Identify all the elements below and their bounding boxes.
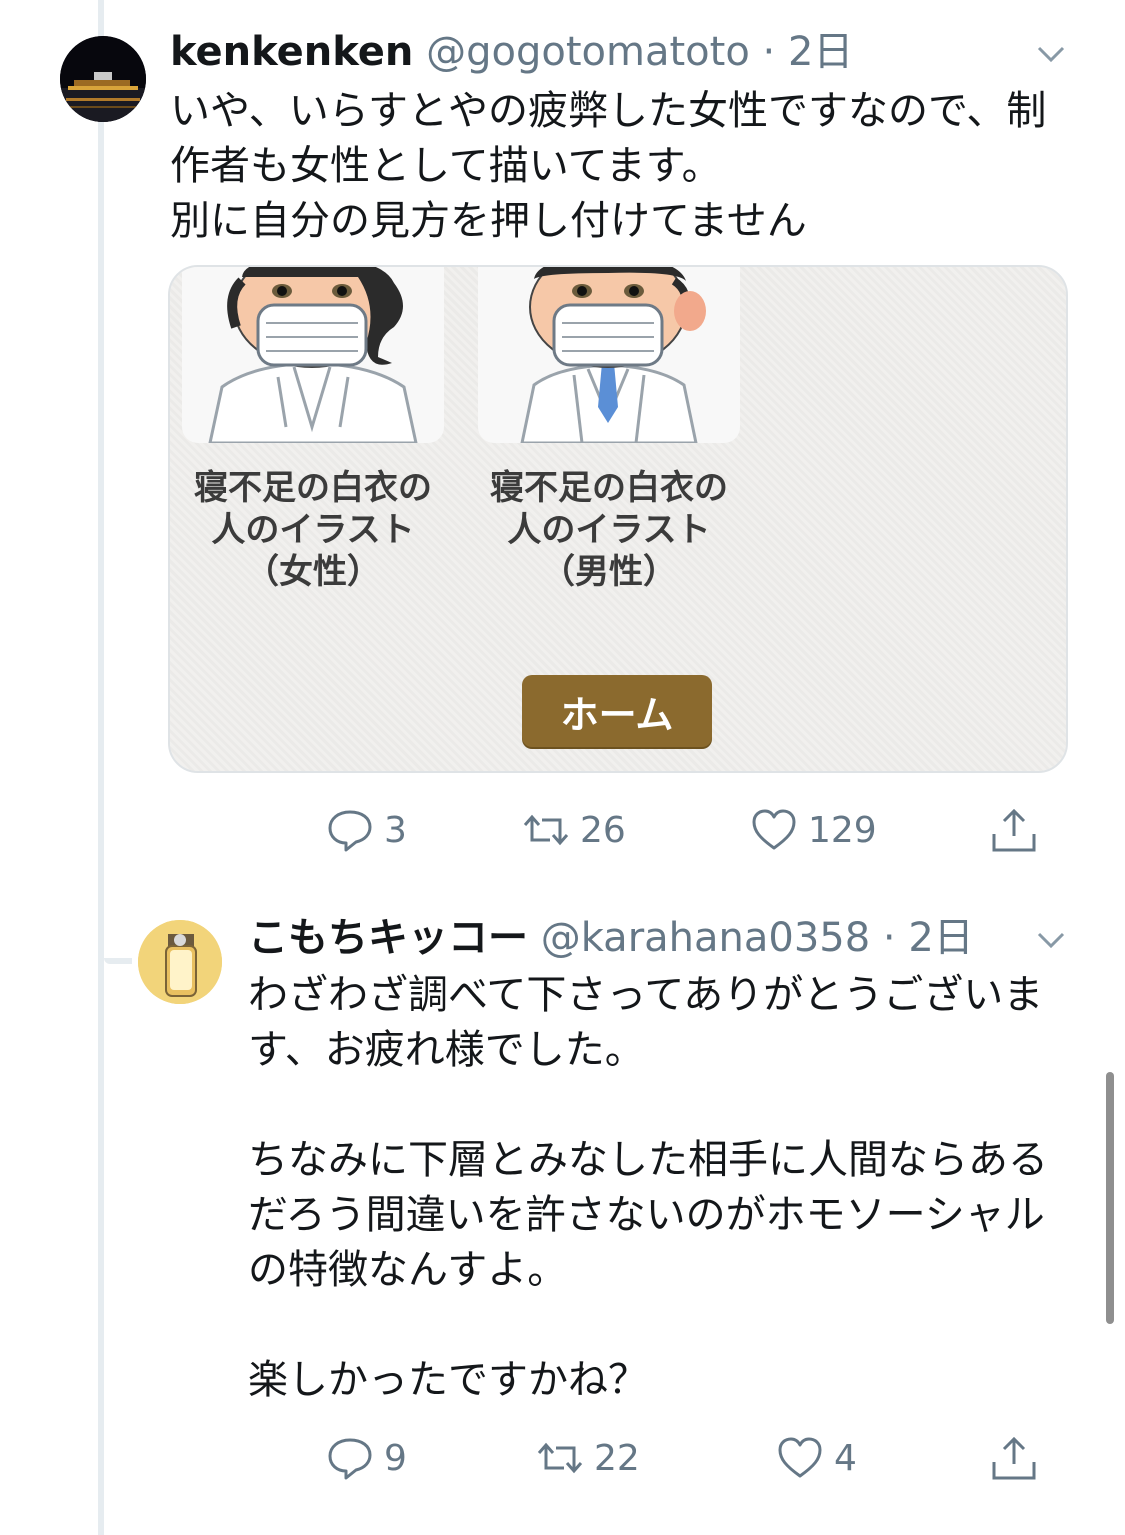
reply-connector-line [104, 958, 132, 964]
chevron-down-icon[interactable] [1036, 44, 1066, 64]
illustration-caption-female: 寝不足の白衣の 人のイラスト （女性） [194, 468, 432, 592]
share-button[interactable] [990, 800, 1048, 860]
chevron-down-icon[interactable] [1036, 930, 1066, 950]
like-count: 129 [808, 809, 877, 851]
tired-doctor-male-illustration [520, 267, 706, 443]
separator: · [762, 29, 776, 75]
reply-button[interactable]: 9 [326, 1428, 407, 1488]
display-name[interactable]: こもちキッコー [248, 915, 528, 961]
reply-icon [328, 810, 372, 852]
retweet-icon [537, 1442, 583, 1474]
share-icon [992, 1436, 1036, 1480]
share-button[interactable] [990, 1428, 1048, 1488]
heart-icon [778, 1437, 822, 1478]
tired-doctor-female-illustration [208, 267, 418, 443]
like-button[interactable]: 129 [750, 800, 877, 860]
retweet-icon [523, 814, 569, 846]
timestamp[interactable]: 2日 [788, 29, 853, 75]
retweet-button[interactable]: 22 [536, 1428, 640, 1488]
like-count: 4 [834, 1437, 857, 1479]
tweet-actions: 9 22 4 [0, 1428, 1125, 1488]
tweet-text: わざわざ調べて下さってありがとうございま す、お疲れ様でした。 ちなみに下層とみ… [248, 972, 1048, 1403]
avatar[interactable] [60, 36, 146, 122]
reply-count: 9 [384, 1437, 407, 1479]
timestamp[interactable]: 2日 [908, 915, 973, 961]
reply-icon [328, 1438, 372, 1480]
heart-icon [752, 809, 796, 850]
like-button[interactable]: 4 [776, 1428, 857, 1488]
reply-count: 3 [384, 809, 407, 851]
tweet-header: kenkenken @gogotomatoto · 2日 [170, 28, 853, 76]
handle[interactable]: @gogotomatoto [426, 29, 750, 75]
tweet-header: こもちキッコー @karahana0358 · 2日 [248, 914, 974, 962]
illustration-tile-male [478, 267, 740, 443]
media-image[interactable]: 寝不足の白衣の 人のイラスト （女性） 寝不足の白衣の 人のイラスト （男性） … [168, 265, 1068, 773]
home-button: ホーム [522, 675, 712, 747]
retweet-count: 22 [594, 1437, 640, 1479]
reply-button[interactable]: 3 [326, 800, 407, 860]
scrollbar[interactable] [1106, 1072, 1114, 1324]
separator: · [882, 915, 896, 961]
retweet-button[interactable]: 26 [522, 800, 626, 860]
avatar[interactable] [138, 920, 222, 1004]
thread-line [98, 0, 104, 1535]
illustration-caption-male: 寝不足の白衣の 人のイラスト （男性） [490, 468, 728, 592]
handle[interactable]: @karahana0358 [541, 915, 870, 961]
illustration-tile-female [182, 267, 444, 443]
share-icon [992, 808, 1036, 852]
tweet-text: いや、いらすとやの疲弊した女性ですなので、制 作者も女性として描いてます。 別に… [170, 88, 1047, 244]
retweet-count: 26 [580, 809, 626, 851]
display-name[interactable]: kenkenken [170, 29, 413, 75]
tweet-actions: 3 26 129 [0, 800, 1125, 860]
